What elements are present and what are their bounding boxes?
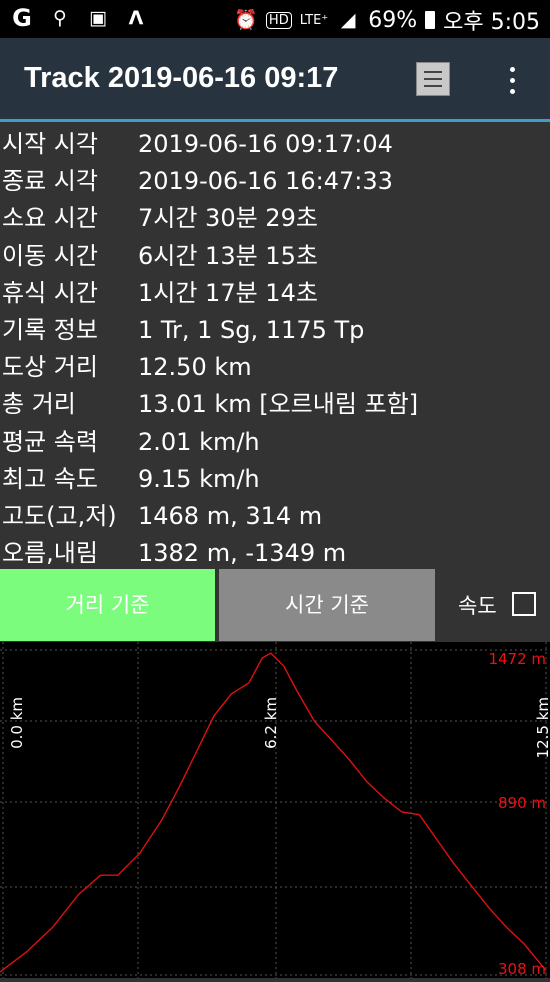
info-value: 1468 m, 314 m bbox=[138, 501, 323, 530]
info-row-avg-speed: 평균 속력 2.01 km/h bbox=[0, 424, 550, 461]
hd-badge: HD bbox=[265, 11, 292, 29]
info-label: 도상 거리 bbox=[2, 353, 98, 382]
alarm-icon: ⏰ bbox=[234, 9, 258, 31]
track-info-list: 시작 시각 2019-06-16 09:17:04 종료 시각 2019-06-16… bbox=[0, 126, 550, 572]
info-row-record-info: 기록 정보 1 Tr, 1 Sg, 1175 Tp bbox=[0, 312, 550, 349]
y-tick-label: 1472 m bbox=[488, 650, 546, 668]
info-value: 13.01 km [오르내림 포함] bbox=[138, 390, 419, 419]
x-tick-label: 12.5 km bbox=[534, 697, 550, 758]
info-row-rest-time: 휴식 시간 1시간 17분 14초 bbox=[0, 275, 550, 312]
x-tick-label: 6.2 km bbox=[262, 697, 280, 749]
page-title: Track 2019-06-16 09:17 bbox=[24, 62, 339, 94]
info-label: 휴식 시간 bbox=[2, 278, 98, 307]
app-bar: Track 2019-06-16 09:17 bbox=[0, 38, 550, 122]
speed-label: 속도 bbox=[458, 594, 497, 618]
info-value: 2.01 km/h bbox=[138, 427, 260, 456]
info-value: 6시간 13분 15초 bbox=[138, 241, 318, 270]
x-tick-label: 0.0 km bbox=[8, 697, 26, 749]
more-icon-dot bbox=[510, 89, 515, 94]
signal-icon: ◢ bbox=[340, 9, 356, 31]
info-row-start-time: 시작 시각 2019-06-16 09:17:04 bbox=[0, 126, 550, 163]
speed-checkbox[interactable] bbox=[512, 592, 536, 616]
info-value: 7시간 30분 29초 bbox=[138, 204, 318, 233]
list-icon-line bbox=[424, 78, 442, 80]
info-label: 소요 시간 bbox=[2, 204, 98, 233]
info-label: 최고 속도 bbox=[2, 464, 98, 493]
info-label: 평균 속력 bbox=[2, 427, 98, 456]
info-value: 12.50 km bbox=[138, 353, 252, 382]
info-label: 총 거리 bbox=[2, 390, 76, 419]
info-row-duration: 소요 시간 7시간 30분 29초 bbox=[0, 200, 550, 237]
more-icon-dot bbox=[510, 78, 515, 83]
info-label: 오름,내림 bbox=[2, 539, 98, 568]
info-row-altitude: 고도(고,저) 1468 m, 314 m bbox=[0, 498, 550, 535]
info-label: 기록 정보 bbox=[2, 315, 98, 344]
info-value: 2019-06-16 09:17:04 bbox=[138, 130, 393, 158]
navigation-icon: Λ bbox=[128, 7, 144, 29]
elevation-chart-svg: 0.0 km 6.2 km 12.5 km 1472 m 890 m 308 m bbox=[0, 642, 550, 978]
info-value: 1시간 17분 14초 bbox=[138, 278, 318, 307]
info-row-map-distance: 도상 거리 12.50 km bbox=[0, 349, 550, 386]
list-view-button[interactable] bbox=[416, 62, 450, 96]
info-label: 이동 시간 bbox=[2, 241, 98, 270]
distance-basis-button[interactable]: 거리 기준 bbox=[0, 569, 215, 641]
more-icon-dot bbox=[510, 67, 515, 72]
info-value: 9.15 km/h bbox=[138, 464, 260, 493]
more-options-button[interactable] bbox=[502, 66, 522, 96]
app-logo-icon: G bbox=[12, 4, 32, 32]
info-row-ascent-descent: 오름,내림 1382 m, -1349 m bbox=[0, 535, 550, 572]
elevation-chart: 0.0 km 6.2 km 12.5 km 1472 m 890 m 308 m bbox=[0, 642, 550, 978]
status-bar: G ⚲ ▣ Λ ⏰ HD LTE⁺ ◢ 69% 오후 5:05 bbox=[0, 0, 550, 38]
time-basis-button[interactable]: 시간 기준 bbox=[219, 569, 435, 641]
image-icon: ▣ bbox=[89, 7, 107, 29]
info-label: 시작 시각 bbox=[2, 130, 98, 158]
clock: 오후 5:05 bbox=[443, 10, 540, 35]
search-icon: ⚲ bbox=[53, 7, 67, 29]
info-label: 고도(고,저) bbox=[2, 501, 117, 530]
info-row-max-speed: 최고 속도 9.15 km/h bbox=[0, 461, 550, 498]
info-value: 2019-06-16 16:47:33 bbox=[138, 167, 393, 196]
battery-percent: 69% bbox=[368, 7, 418, 33]
list-icon-line bbox=[424, 71, 442, 73]
info-row-end-time: 종료 시각 2019-06-16 16:47:33 bbox=[0, 163, 550, 200]
info-value: 1382 m, -1349 m bbox=[138, 539, 347, 568]
list-icon-line bbox=[424, 85, 442, 87]
info-row-moving-time: 이동 시간 6시간 13분 15초 bbox=[0, 238, 550, 275]
battery-icon bbox=[425, 11, 436, 29]
info-row-total-distance: 총 거리 13.01 km [오르내림 포함] bbox=[0, 386, 550, 423]
info-label: 종료 시각 bbox=[2, 167, 98, 196]
y-tick-label: 890 m bbox=[498, 794, 546, 812]
network-label: LTE⁺ bbox=[299, 12, 329, 28]
info-value: 1 Tr, 1 Sg, 1175 Tp bbox=[138, 315, 365, 344]
y-tick-label: 308 m bbox=[498, 960, 546, 978]
